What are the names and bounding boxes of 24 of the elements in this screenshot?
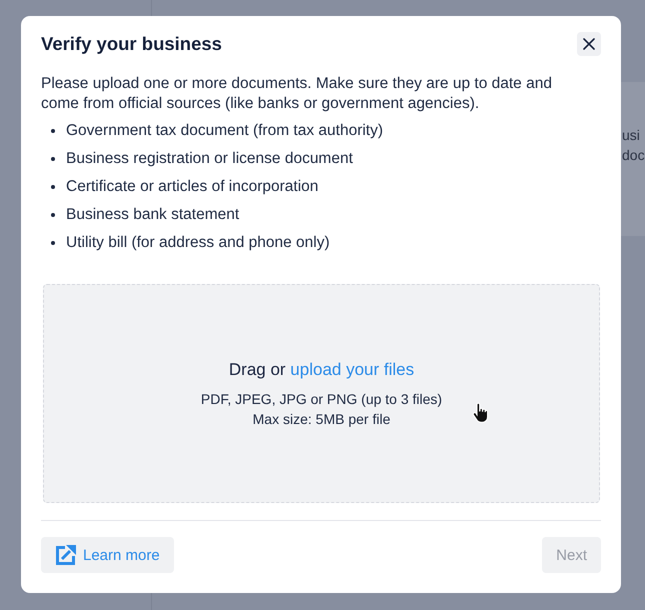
card-text: usi (622, 126, 640, 145)
document-type: Business registration or license document (66, 149, 353, 169)
hand-cursor-icon (472, 403, 488, 423)
bullet-icon (51, 185, 55, 189)
file-formats-note: PDF, JPEG, JPG or PNG (up to 3 files) (200, 390, 442, 408)
bullet-icon (51, 129, 55, 133)
document-type: Government tax document (from tax authority) (66, 121, 384, 141)
document-type: Certificate or articles of incorporation (66, 177, 318, 197)
external-link-icon (55, 544, 76, 566)
max-size-note: Max size: 5MB per file (252, 410, 390, 428)
close-icon (583, 38, 595, 50)
upload-link[interactable]: upload your files (290, 360, 414, 378)
learn-more-button[interactable]: Learn more (41, 537, 174, 573)
bullet-icon (51, 213, 55, 217)
bullet-icon (51, 241, 55, 245)
intro-text: Please upload one or more documents. Make sure they are up to date and come from official sources (like banks or government agencies). (41, 74, 553, 114)
document-type: Business bank statement (66, 205, 240, 225)
close-button[interactable] (577, 32, 601, 56)
card-text: doc (622, 146, 645, 165)
document-type: Utility bill (for address and phone only) (66, 233, 330, 253)
dialog-title: Verify your business (41, 33, 222, 55)
bullet-icon (51, 157, 55, 161)
file-drop-zone[interactable]: Drag or upload your files PDF, JPEG, JPG or PNG (up to 3 files) Max size: 5MB per file (43, 284, 600, 503)
drop-prompt: Drag or upload your files (228, 358, 414, 380)
